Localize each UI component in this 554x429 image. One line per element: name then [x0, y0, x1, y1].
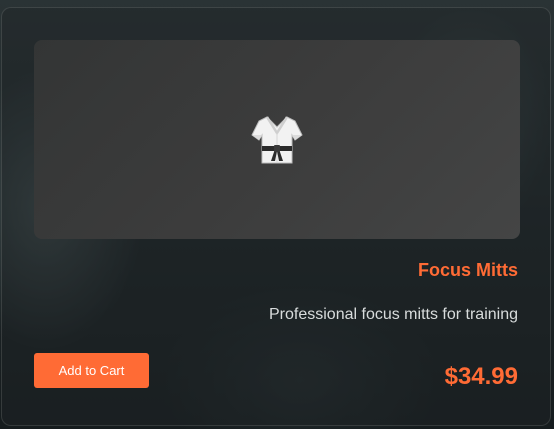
product-title: Focus Mitts: [417, 260, 518, 280]
product-image: [34, 40, 520, 239]
product-price: $34.99: [444, 363, 518, 390]
add-to-cart-button[interactable]: Add to Cart: [34, 353, 149, 388]
product-description: Professional focus mitts for training: [269, 306, 518, 323]
product-card: Focus Mitts Professional focus mitts for…: [1, 7, 551, 426]
martial-arts-uniform-icon: [251, 115, 303, 163]
